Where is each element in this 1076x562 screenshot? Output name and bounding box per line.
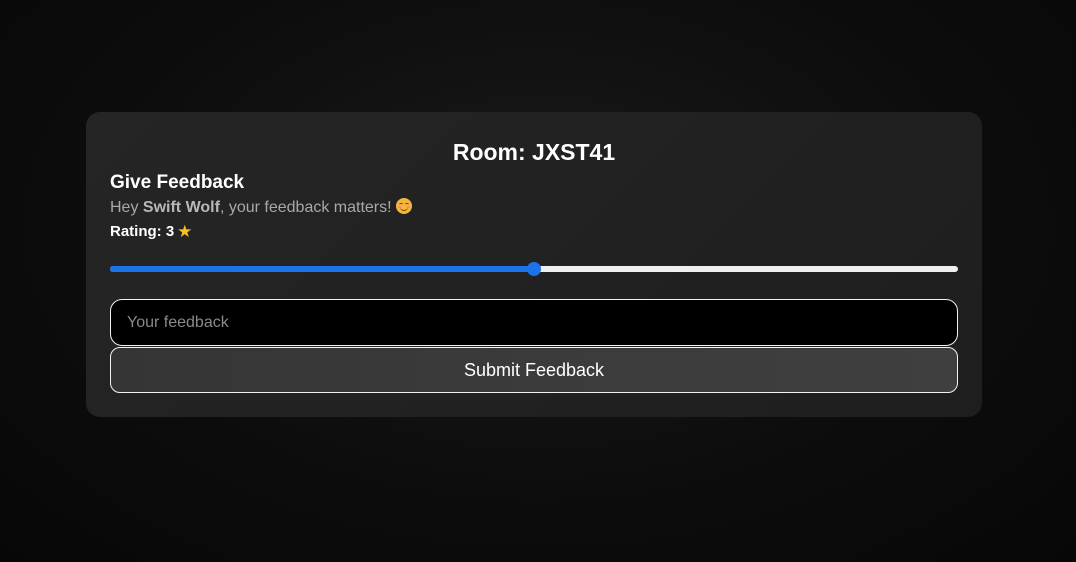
submit-feedback-button[interactable]: Submit Feedback: [110, 347, 958, 393]
feedback-heading: Give Feedback: [110, 172, 245, 193]
feedback-input[interactable]: [110, 299, 958, 346]
smiling-face-icon: [395, 198, 412, 214]
room-title: Room: JXST41: [452, 139, 616, 165]
greeting-suffix: , your feedback matters!: [219, 199, 392, 216]
greeting-text: Hey Swift Wolf, your feedback matters!: [110, 198, 412, 218]
rating-text: Rating: 3: [110, 223, 175, 240]
slider-thumb[interactable]: [527, 262, 541, 276]
greeting-prefix: Hey: [110, 199, 143, 216]
star-icon: ★: [177, 222, 193, 241]
rating-slider[interactable]: [110, 262, 958, 276]
feedback-card: Room: JXST41 Give Feedback Hey Swift Wol…: [86, 112, 982, 417]
rating-label: Rating: 3 ★: [110, 222, 192, 242]
slider-fill: [110, 266, 534, 272]
user-name: Swift Wolf: [142, 199, 220, 216]
